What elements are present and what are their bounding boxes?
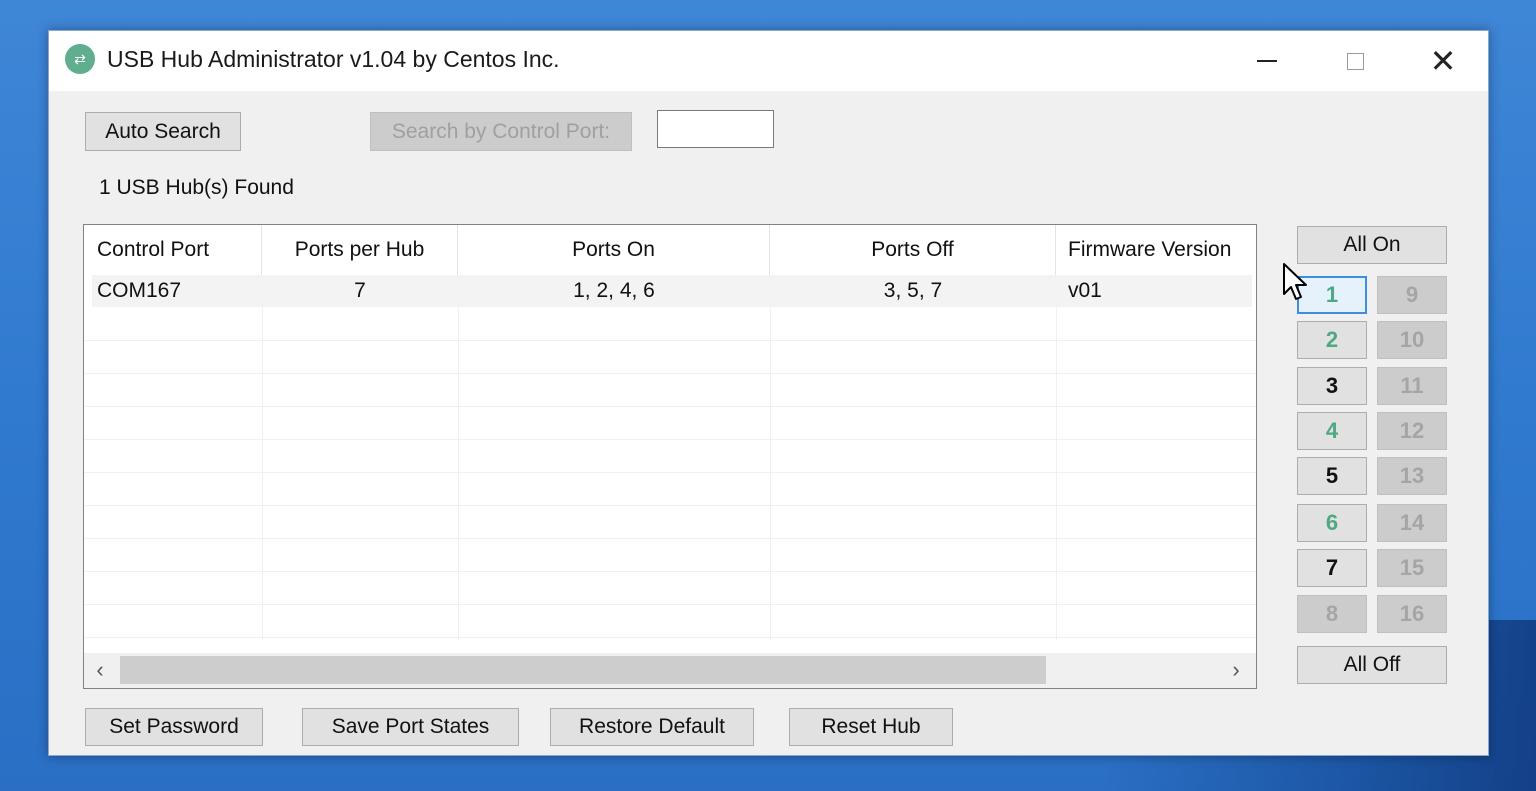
- port-10-button[interactable]: 10: [1377, 321, 1447, 359]
- maximize-icon: [1346, 52, 1364, 70]
- column-header-control-port[interactable]: Control Port: [84, 225, 262, 275]
- row-divider: [84, 340, 1256, 341]
- scroll-right-icon[interactable]: ›: [1224, 656, 1248, 684]
- close-button[interactable]: ✕: [1399, 31, 1487, 91]
- scrollbar-thumb[interactable]: [120, 656, 1046, 684]
- all-off-button[interactable]: All Off: [1297, 646, 1447, 684]
- app-window: ⇄ USB Hub Administrator v1.04 by Centos …: [48, 30, 1489, 756]
- column-header-ports-per-hub[interactable]: Ports per Hub: [262, 225, 458, 275]
- port-16-button[interactable]: 16: [1377, 595, 1447, 633]
- set-password-button[interactable]: Set Password: [85, 708, 263, 746]
- row-divider: [84, 604, 1256, 605]
- hubs-found-status: 1 USB Hub(s) Found: [99, 176, 294, 199]
- horizontal-scrollbar[interactable]: ‹ ›: [84, 653, 1256, 688]
- column-header-ports-on[interactable]: Ports On: [458, 225, 770, 275]
- usb-hub-icon: ⇄: [65, 44, 95, 74]
- port-9-button[interactable]: 9: [1377, 276, 1447, 314]
- port-5-button[interactable]: 5: [1297, 457, 1367, 495]
- row-divider: [84, 505, 1256, 506]
- cell-ports-per-hub: 7: [354, 279, 366, 302]
- port-14-button[interactable]: 14: [1377, 504, 1447, 542]
- port-13-button[interactable]: 13: [1377, 457, 1447, 495]
- control-port-input[interactable]: [657, 110, 774, 148]
- maximize-button[interactable]: [1311, 31, 1399, 91]
- port-3-button[interactable]: 3: [1297, 367, 1367, 405]
- cell-firmware-version: v01: [1068, 279, 1102, 302]
- restore-default-button[interactable]: Restore Default: [550, 708, 754, 746]
- table-header: Control Port Ports per Hub Ports On Port…: [84, 225, 1256, 275]
- minimize-button[interactable]: [1223, 31, 1311, 91]
- save-port-states-button[interactable]: Save Port States: [302, 708, 519, 746]
- row-divider: [84, 373, 1256, 374]
- port-1-button[interactable]: 1: [1297, 276, 1367, 314]
- title-bar[interactable]: ⇄ USB Hub Administrator v1.04 by Centos …: [49, 31, 1488, 91]
- port-6-button[interactable]: 6: [1297, 504, 1367, 542]
- scroll-left-icon[interactable]: ‹: [88, 656, 112, 684]
- row-divider: [84, 637, 1256, 638]
- port-7-button[interactable]: 7: [1297, 549, 1367, 587]
- hub-table[interactable]: Control Port Ports per Hub Ports On Port…: [83, 224, 1257, 689]
- cell-control-port: COM167: [97, 279, 182, 302]
- row-divider: [84, 538, 1256, 539]
- column-divider: [1056, 275, 1057, 640]
- row-divider: [84, 571, 1256, 572]
- port-11-button[interactable]: 11: [1377, 367, 1447, 405]
- column-divider: [770, 275, 771, 640]
- column-divider: [262, 275, 263, 640]
- close-icon: ✕: [1429, 43, 1457, 79]
- all-on-button[interactable]: All On: [1297, 226, 1447, 264]
- column-header-ports-off[interactable]: Ports Off: [770, 225, 1056, 275]
- row-divider: [84, 472, 1256, 473]
- column-divider: [458, 275, 459, 640]
- column-header-firmware-version[interactable]: Firmware Version: [1056, 225, 1256, 275]
- search-by-control-port-button[interactable]: Search by Control Port:: [370, 112, 632, 151]
- port-12-button[interactable]: 12: [1377, 412, 1447, 450]
- cell-ports-off: 3, 5, 7: [883, 279, 943, 302]
- auto-search-button[interactable]: Auto Search: [85, 112, 241, 151]
- port-15-button[interactable]: 15: [1377, 549, 1447, 587]
- row-divider: [84, 406, 1256, 407]
- port-2-button[interactable]: 2: [1297, 321, 1367, 359]
- window-title: USB Hub Administrator v1.04 by Centos In…: [107, 46, 560, 72]
- minimize-icon: [1257, 60, 1277, 62]
- port-4-button[interactable]: 4: [1297, 412, 1367, 450]
- row-divider: [84, 439, 1256, 440]
- reset-hub-button[interactable]: Reset Hub: [789, 708, 953, 746]
- cell-ports-on: 1, 2, 4, 6: [573, 279, 655, 302]
- port-8-button[interactable]: 8: [1297, 595, 1367, 633]
